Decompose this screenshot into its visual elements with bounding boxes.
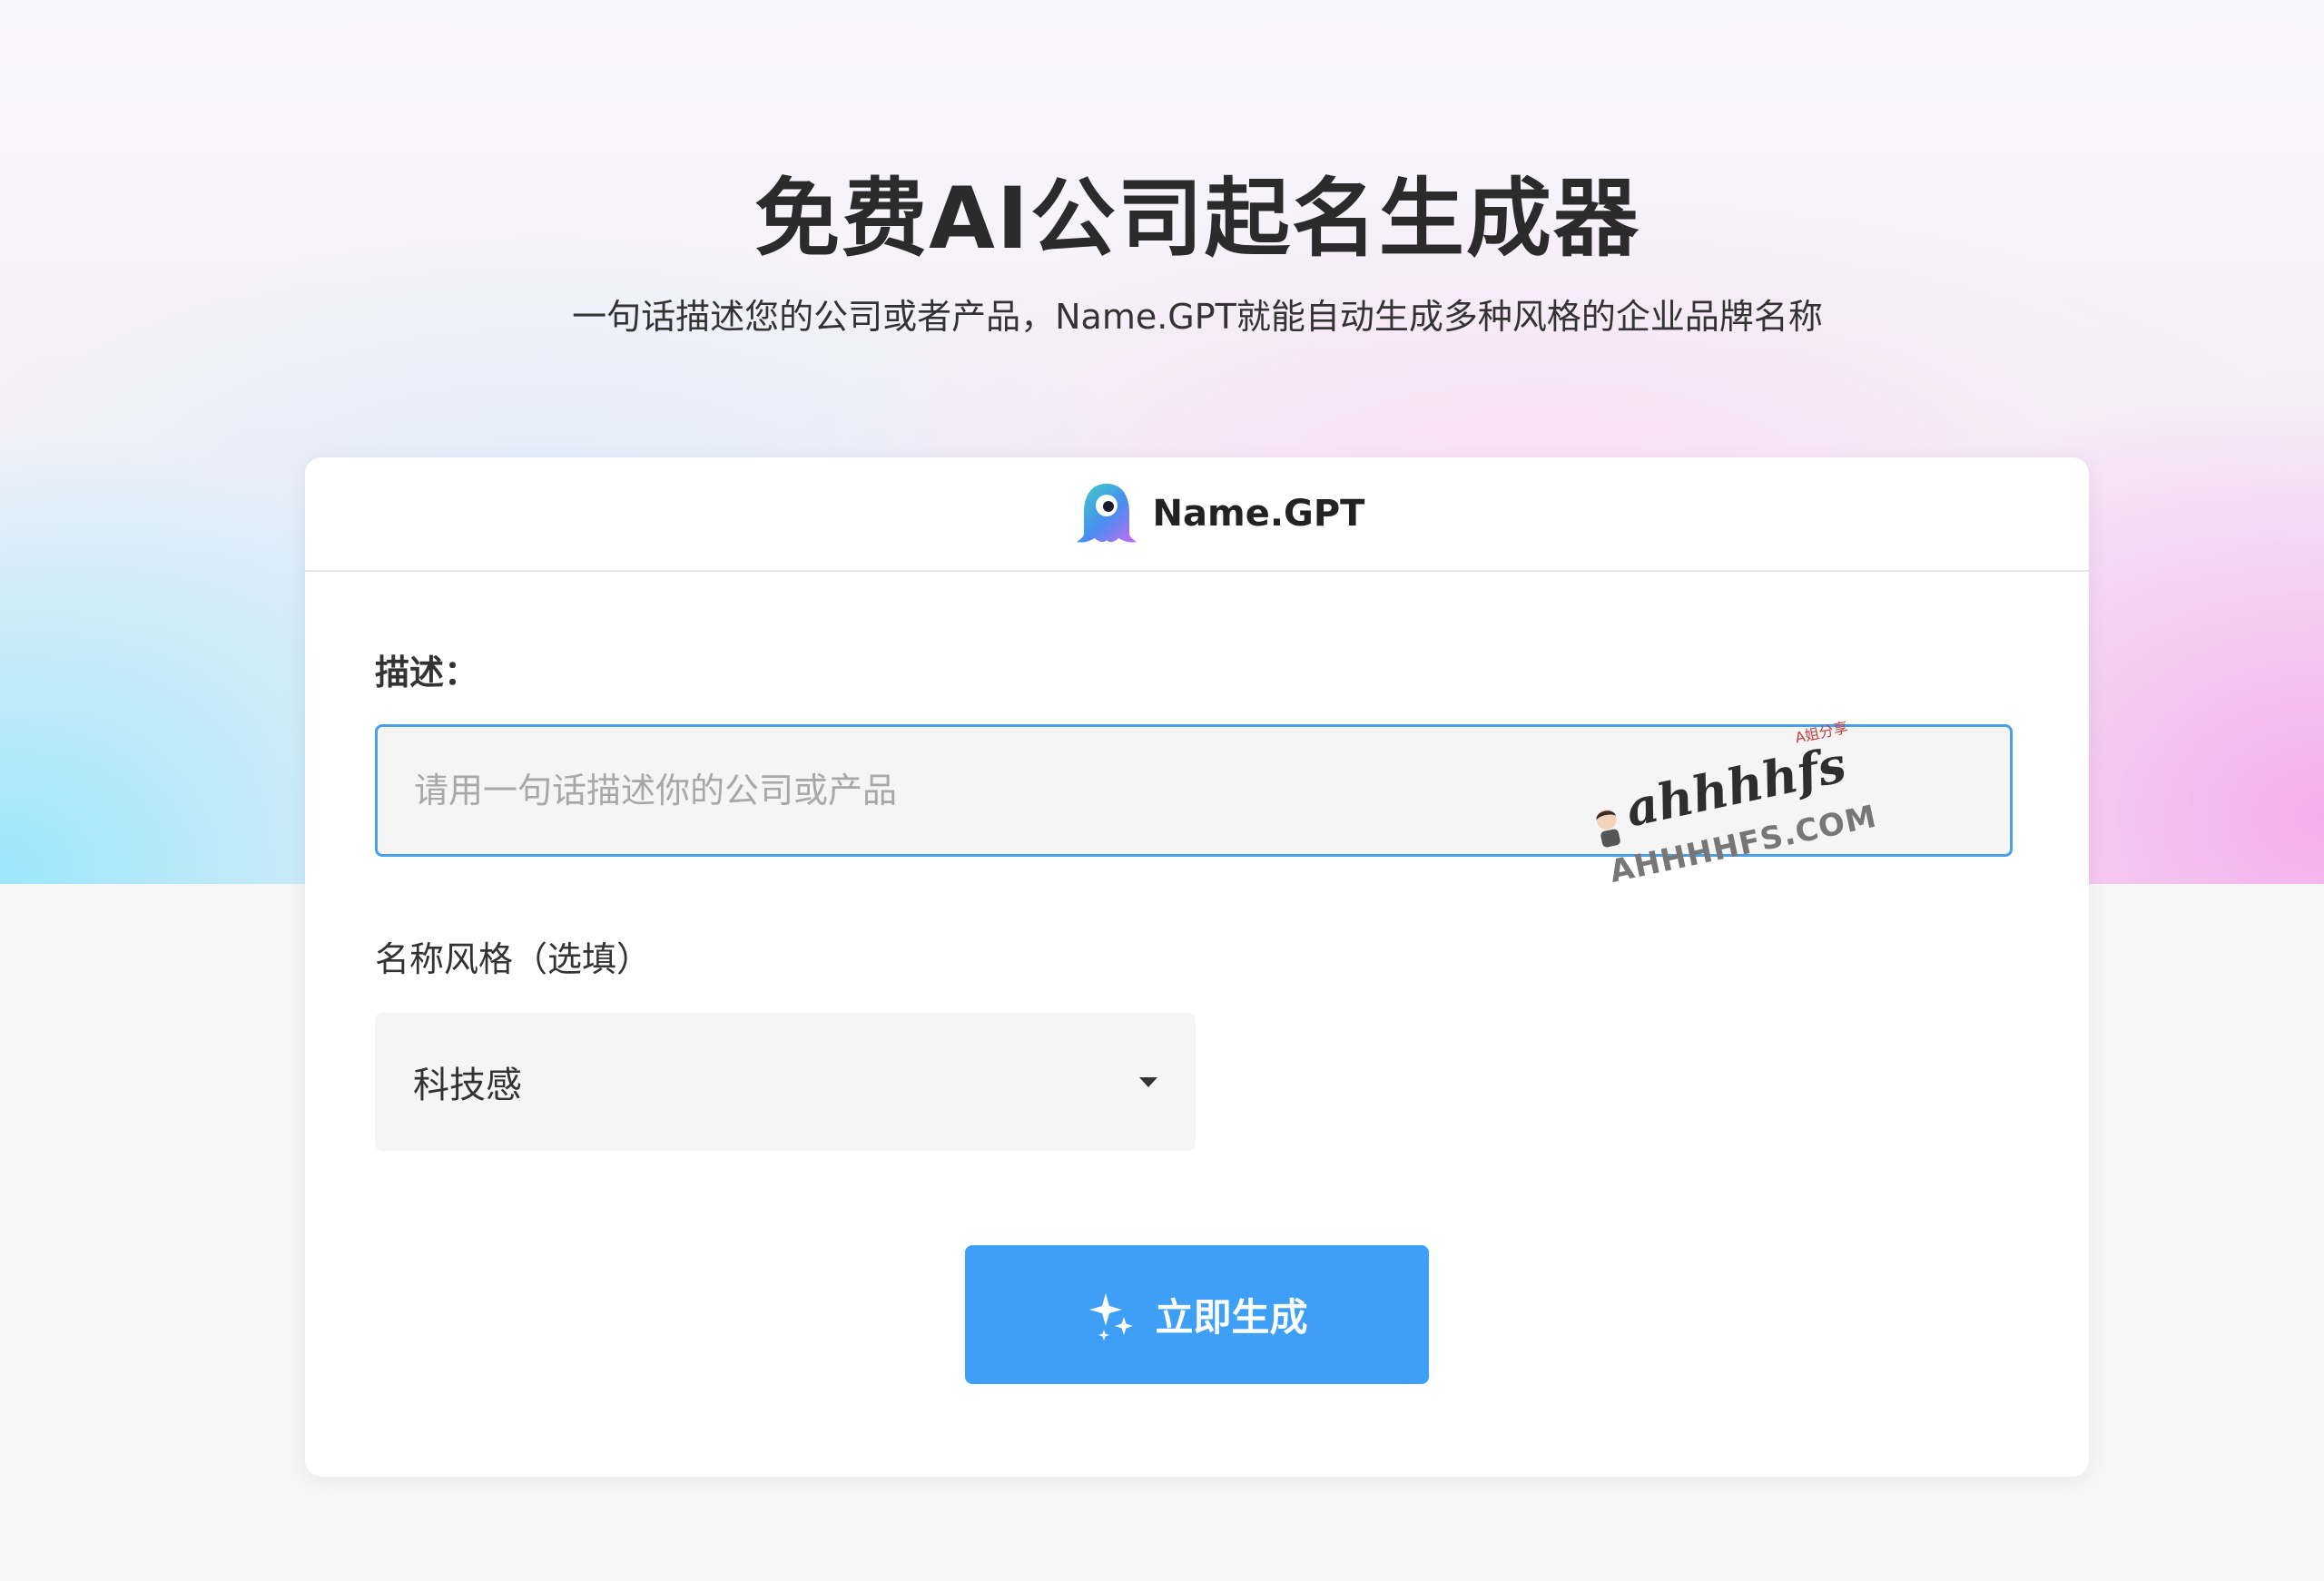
page-subtitle: 一句话描述您的公司或者产品，Name.GPT就能自动生成多种风格的企业品牌名称	[572, 297, 1823, 337]
style-label: 名称风格（选填）	[375, 939, 652, 979]
card-header: Name.GPT	[305, 457, 2089, 572]
generate-button[interactable]: 立即生成	[965, 1245, 1429, 1384]
caret-down-icon	[1139, 1076, 1157, 1087]
style-select[interactable]: 科技感	[375, 1013, 1196, 1151]
page-title: 免费AI公司起名生成器	[754, 170, 1640, 269]
sparkle-icon	[1086, 1290, 1137, 1340]
description-label: 描述：	[375, 653, 479, 692]
style-select-value: 科技感	[413, 1065, 522, 1106]
brand-name: Name.GPT	[1152, 493, 1365, 535]
ghost-logo-icon	[1073, 480, 1140, 547]
generate-button-label: 立即生成	[1155, 1296, 1308, 1339]
generator-card: Name.GPT 描述： 名称风格（选填） 科技感 立即生成	[305, 457, 2089, 1477]
